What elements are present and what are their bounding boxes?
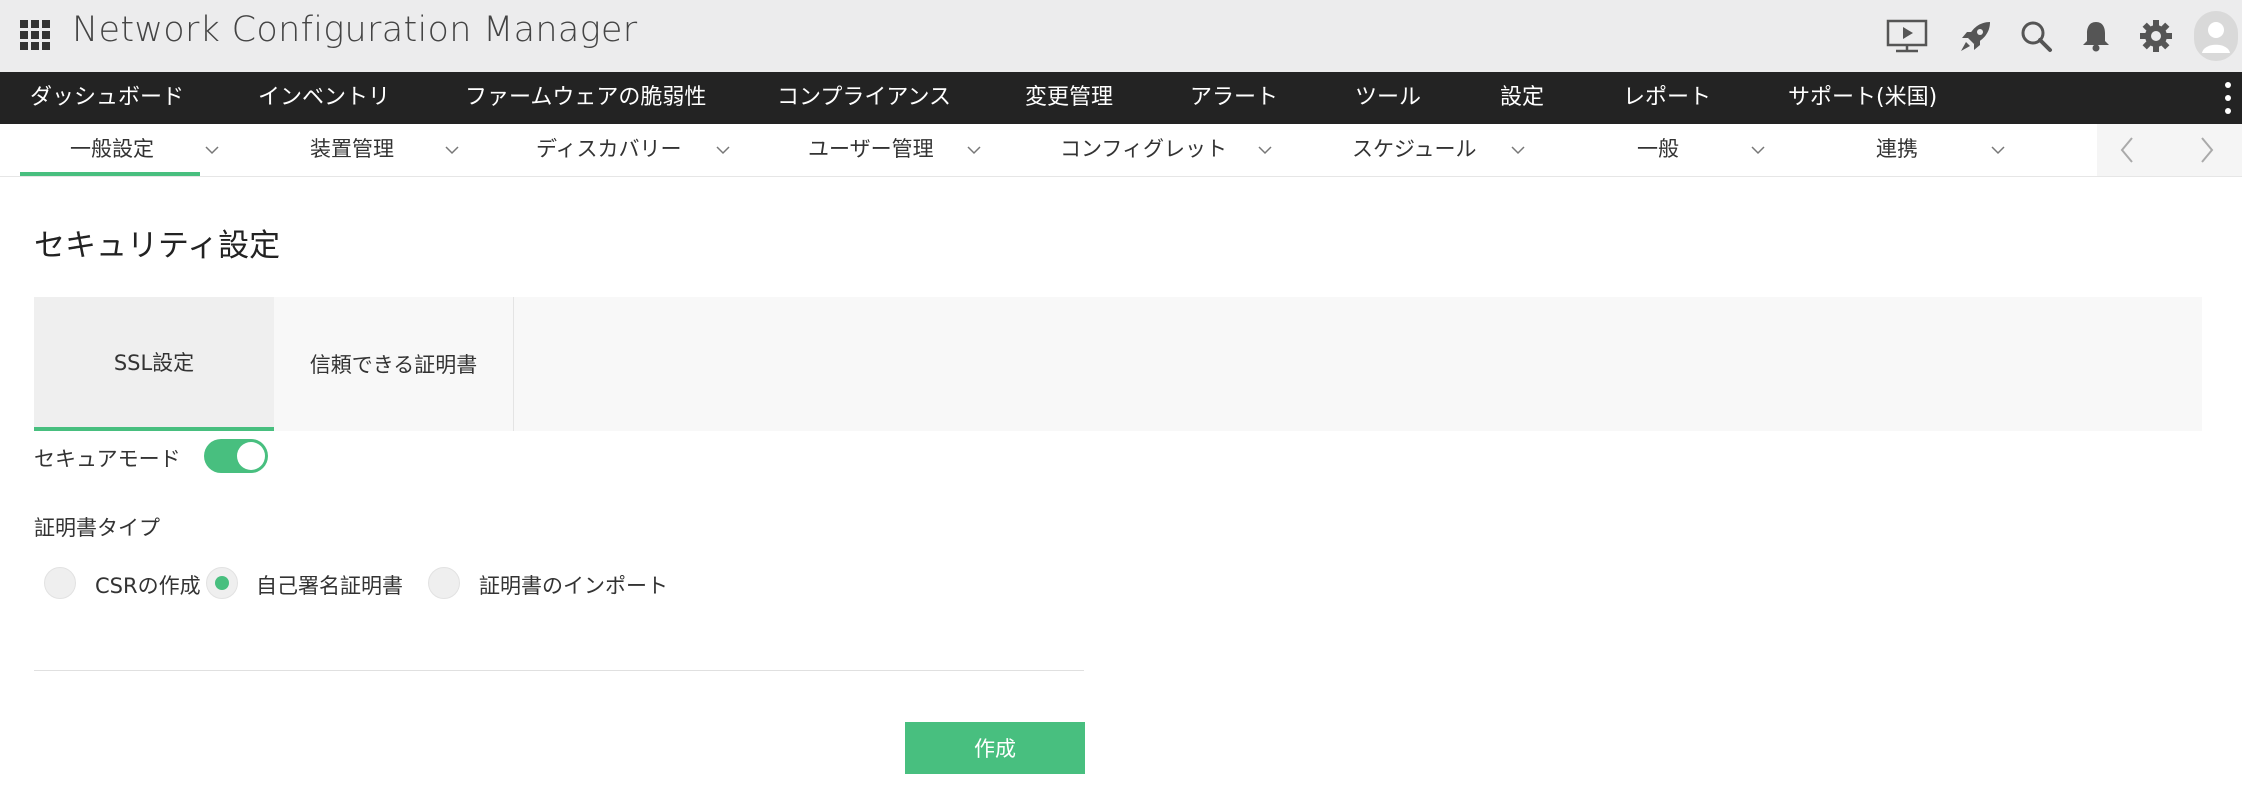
sub-nav: 一般設定 装置管理 ディスカバリー ユーザー管理 コンフィグレット スケジュール… xyxy=(0,124,2242,177)
nav-settings[interactable]: 設定 xyxy=(1500,72,1544,124)
chevron-down-icon[interactable] xyxy=(711,124,735,176)
chevron-down-icon[interactable] xyxy=(200,124,224,176)
tab-ssl-settings[interactable]: SSL設定 xyxy=(34,297,274,431)
subnav-discovery[interactable]: ディスカバリー xyxy=(536,124,682,176)
more-menu-icon[interactable] xyxy=(2222,82,2234,114)
rocket-icon[interactable] xyxy=(1954,14,1998,58)
chevron-left-icon[interactable] xyxy=(2097,124,2157,176)
active-subnav-indicator xyxy=(20,172,200,176)
nav-change-management[interactable]: 変更管理 xyxy=(1025,72,1113,124)
apps-grid-icon[interactable] xyxy=(20,20,50,50)
radio-csr[interactable] xyxy=(44,567,76,599)
toggle-knob xyxy=(237,442,265,470)
radio-import[interactable] xyxy=(428,567,460,599)
create-button[interactable]: 作成 xyxy=(905,722,1085,774)
page-title: セキュリティ設定 xyxy=(34,228,281,264)
subnav-configlet[interactable]: コンフィグレット xyxy=(1060,124,1227,176)
chevron-down-icon[interactable] xyxy=(1986,124,2010,176)
gear-icon[interactable] xyxy=(2134,14,2178,58)
form-divider xyxy=(34,670,1084,671)
tab-trusted-certificates[interactable]: 信頼できる証明書 xyxy=(274,297,514,431)
secure-mode-toggle[interactable] xyxy=(204,439,268,473)
nav-firmware-vulnerability[interactable]: ファームウェアの脆弱性 xyxy=(465,72,706,124)
subnav-schedule[interactable]: スケジュール xyxy=(1352,124,1477,176)
subnav-integration[interactable]: 連携 xyxy=(1876,124,1918,176)
nav-support[interactable]: サポート(米国) xyxy=(1788,72,1937,124)
subnav-user-management[interactable]: ユーザー管理 xyxy=(808,124,934,176)
subnav-scroll-arrows xyxy=(2097,124,2242,176)
tab-bar: SSL設定 信頼できる証明書 xyxy=(34,297,2202,431)
chevron-down-icon[interactable] xyxy=(1506,124,1530,176)
secure-mode-label: セキュアモード xyxy=(34,447,181,471)
subnav-device-management[interactable]: 装置管理 xyxy=(310,124,394,176)
radio-self-signed-label[interactable]: 自己署名証明書 xyxy=(256,570,403,600)
app-title: Network Configuration Manager xyxy=(72,10,638,50)
user-avatar-icon[interactable] xyxy=(2192,10,2240,62)
radio-csr-label[interactable]: CSRの作成 xyxy=(95,570,201,600)
chevron-down-icon[interactable] xyxy=(1253,124,1277,176)
subnav-general[interactable]: 一般 xyxy=(1637,124,1679,176)
radio-import-label[interactable]: 証明書のインポート xyxy=(479,570,668,600)
main-nav: ダッシュボード インベントリ ファームウェアの脆弱性 コンプライアンス 変更管理… xyxy=(0,72,2242,124)
nav-dashboard[interactable]: ダッシュボード xyxy=(30,72,184,124)
chevron-down-icon[interactable] xyxy=(1746,124,1770,176)
bell-icon[interactable] xyxy=(2074,14,2118,58)
nav-compliance[interactable]: コンプライアンス xyxy=(777,72,951,124)
subnav-general-settings[interactable]: 一般設定 xyxy=(70,124,154,176)
nav-reports[interactable]: レポート xyxy=(1623,72,1711,124)
chevron-right-icon[interactable] xyxy=(2177,124,2237,176)
radio-self-signed[interactable] xyxy=(206,567,238,599)
search-icon[interactable] xyxy=(2014,14,2058,58)
nav-tools[interactable]: ツール xyxy=(1355,72,1421,124)
presentation-icon[interactable] xyxy=(1885,14,1929,58)
cert-type-label: 証明書タイプ xyxy=(34,516,160,540)
nav-inventory[interactable]: インベントリ xyxy=(258,72,390,124)
chevron-down-icon[interactable] xyxy=(440,124,464,176)
chevron-down-icon[interactable] xyxy=(962,124,986,176)
nav-alerts[interactable]: アラート xyxy=(1190,72,1278,124)
top-header: Network Configuration Manager xyxy=(0,0,2242,72)
